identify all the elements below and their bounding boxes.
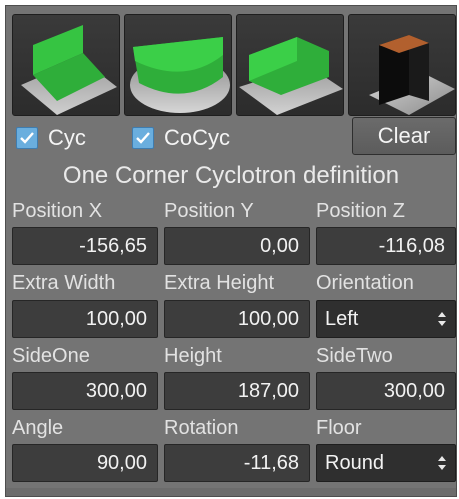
- extra-width-label: Extra Width: [12, 272, 116, 294]
- rotation-label: Rotation: [164, 417, 239, 439]
- angle-label: Angle: [12, 417, 64, 439]
- cyc-floor-icon: [21, 25, 117, 115]
- side-two-field[interactable]: 300,00: [316, 372, 456, 410]
- up-down-arrows-icon: [438, 456, 446, 470]
- cocyc-checkbox-label: CoCyc: [164, 125, 231, 150]
- cyc-checkbox-row[interactable]: Cyc: [12, 121, 132, 153]
- orientation-select[interactable]: Left: [316, 300, 456, 338]
- check-icon: [20, 132, 34, 144]
- floor-select-value: Round: [325, 452, 384, 474]
- preset-corner-cyc-button[interactable]: [236, 14, 344, 116]
- side-two-label: SideTwo: [316, 345, 393, 367]
- orientation-select-value: Left: [325, 308, 359, 330]
- height-field[interactable]: 187,00: [164, 372, 310, 410]
- position-y-label: Position Y: [164, 200, 254, 222]
- extra-width-field[interactable]: 100,00: [12, 300, 158, 338]
- cocyc-round-icon: [130, 37, 230, 113]
- cyc-checkbox[interactable]: [16, 127, 38, 149]
- up-down-arrows-icon: [438, 312, 446, 326]
- height-label: Height: [164, 345, 222, 367]
- cyc-checkbox-label: Cyc: [48, 125, 86, 150]
- position-z-field[interactable]: -116,08: [316, 227, 456, 265]
- cocyc-checkbox-row[interactable]: CoCyc: [126, 121, 266, 153]
- clear-button[interactable]: Clear: [352, 117, 456, 155]
- dark-box-icon: [369, 35, 455, 115]
- check-icon: [136, 132, 150, 144]
- extra-height-label: Extra Height: [164, 272, 275, 294]
- bottom-bar: [6, 488, 456, 496]
- floor-label: Floor: [316, 417, 362, 439]
- position-x-label: Position X: [12, 200, 103, 222]
- preset-box-button[interactable]: [348, 14, 456, 116]
- rotation-field[interactable]: -11,68: [164, 444, 310, 482]
- orientation-label: Orientation: [316, 272, 414, 294]
- cocyc-checkbox[interactable]: [132, 127, 154, 149]
- side-one-label: SideOne: [12, 345, 90, 367]
- corner-cyc-icon: [239, 37, 343, 115]
- angle-field[interactable]: 90,00: [12, 444, 158, 482]
- preset-cyc-button[interactable]: [12, 14, 120, 116]
- side-one-field[interactable]: 300,00: [12, 372, 158, 410]
- position-x-field[interactable]: -156,65: [12, 227, 158, 265]
- floor-select[interactable]: Round: [316, 444, 456, 482]
- cyclotron-panel: Cyc CoCyc Clear One Corner Cyclotron def…: [5, 5, 457, 497]
- position-y-field[interactable]: 0,00: [164, 227, 310, 265]
- extra-height-field[interactable]: 100,00: [164, 300, 310, 338]
- position-z-label: Position Z: [316, 200, 405, 222]
- preset-cocyc-button[interactable]: [124, 14, 232, 116]
- preset-thumbnails: [12, 14, 456, 118]
- panel-title: One Corner Cyclotron definition: [62, 162, 400, 189]
